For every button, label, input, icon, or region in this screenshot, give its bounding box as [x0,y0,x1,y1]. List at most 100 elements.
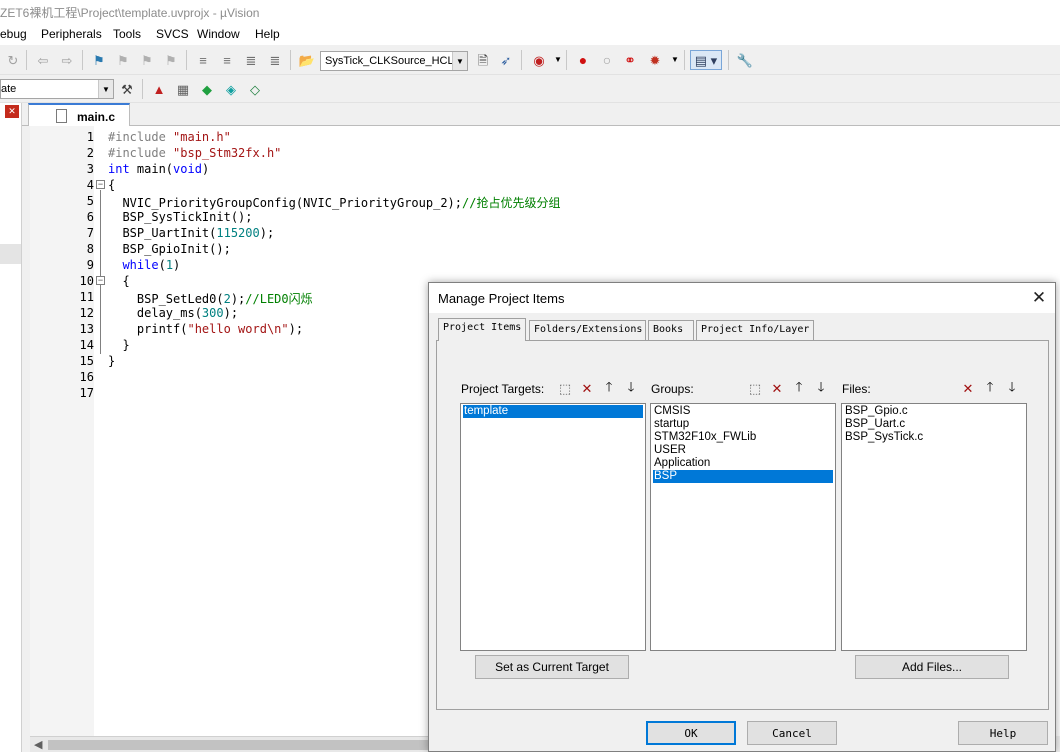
menu-peripherals[interactable]: Peripherals [41,27,102,41]
bookmark-icon[interactable]: ⚑ [90,51,108,69]
title-bar: ZET6裸机工程\Project\template.uvprojx - µVis… [0,0,1060,24]
list-item[interactable]: USER [653,444,833,457]
next-bookmark-icon[interactable]: ⚑ [138,51,156,69]
arrow-down-icon[interactable]: 🡓 [811,379,831,399]
clear-bookmarks-icon[interactable]: ⚑ [162,51,180,69]
groups-label: Groups: [651,382,694,396]
list-item[interactable]: BSP_SysTick.c [844,431,1024,444]
target-options-icon[interactable]: ⚒ [118,80,136,98]
delete-icon[interactable]: ✕ [577,379,597,399]
breakpoint-insert-icon[interactable]: ● [574,51,592,69]
breakpoint-enable-icon[interactable]: ○ [598,51,616,69]
comment-icon[interactable]: ≣ [242,51,260,69]
tab-project-items[interactable]: Project Items [438,318,526,341]
nav-forward-icon[interactable]: ⇨ [58,51,76,69]
arrow-up-icon[interactable]: 🡑 [789,379,809,399]
debug-session-icon[interactable]: ◉ [530,51,548,69]
redo-icon[interactable]: ↻ [4,51,22,69]
select-packs-icon[interactable]: ◆ [198,80,216,98]
tab-panel: Project Targets: ⬚ ✕ 🡑 🡓 template Groups… [436,340,1049,710]
target-combo[interactable]: ate ▼ [0,79,114,99]
targets-list[interactable]: template [460,403,646,651]
delete-icon[interactable]: ✕ [767,379,787,399]
close-icon[interactable]: ✕ [5,105,19,118]
list-item[interactable]: BSP_Gpio.c [844,405,1024,418]
tab-main-c[interactable]: main.c [28,103,130,126]
list-item[interactable]: STM32F10x_FWLib [653,431,833,444]
list-item[interactable]: Application [653,457,833,470]
ok-button[interactable]: OK [646,721,736,745]
line-number-gutter: 1 2 3 4 5 6 7 8 9 10 11 12 13 14 15 16 1… [30,126,94,736]
chevron-down-icon[interactable]: ▼ [98,80,113,98]
breakpoint-kill-all-icon[interactable]: ✹ [646,51,664,69]
line-number: 12 [79,306,94,320]
line-number: 2 [86,146,94,160]
files-list[interactable]: BSP_Gpio.c BSP_Uart.c BSP_SysTick.c [841,403,1027,651]
list-item[interactable]: BSP [653,470,833,483]
nav-back-icon[interactable]: ⇦ [34,51,52,69]
arrow-down-icon[interactable]: 🡓 [621,379,641,399]
breakpoint-disable-all-icon[interactable]: ⚭ [621,51,639,69]
arrow-down-icon[interactable]: 🡓 [1002,379,1022,399]
manage-rte-icon[interactable]: ◈ [222,80,240,98]
menu-tools[interactable]: Tools [113,27,141,41]
window-layout-icon[interactable]: ▤ ▾ [690,50,722,70]
symbol-combo-value: SysTick_CLKSource_HCLK [325,55,461,67]
fold-collapse-icon[interactable]: − [96,180,105,189]
chevron-down-icon[interactable]: ▼ [549,51,567,69]
fold-collapse-icon[interactable]: − [96,276,105,285]
chevron-down-icon[interactable]: ▼ [666,51,684,69]
find-icon[interactable]: 🗎 [474,51,492,69]
groups-list[interactable]: CMSIS startup STM32F10x_FWLib USER Appli… [650,403,836,651]
code-line: #include "bsp_Stm32fx.h" [108,146,281,160]
code-line: delay_ms(300); [108,306,238,320]
code-token: BSP_SysTickInit(); [108,210,253,224]
code-number: 1 [165,258,174,272]
help-button[interactable]: Help [958,721,1048,745]
arrow-up-icon[interactable]: 🡑 [599,379,619,399]
list-item[interactable]: CMSIS [653,405,833,418]
uncomment-icon[interactable]: ≣ [266,51,284,69]
pack-installer-icon[interactable]: ▦ [174,80,192,98]
list-item[interactable]: startup [653,418,833,431]
indent-icon[interactable]: ≡ [194,51,212,69]
target-toolbar: ate ▼ ⚒ ▲ ▦ ◆ ◈ ◇ [0,75,1060,103]
code-token: } [108,354,116,368]
menu-help[interactable]: Help [255,27,280,41]
find-in-files-icon[interactable]: 📂 [298,51,316,69]
separator [521,50,522,70]
new-item-icon[interactable]: ⬚ [745,379,765,399]
set-current-target-button[interactable]: Set as Current Target [475,655,629,679]
window-title: ZET6裸机工程\Project\template.uvprojx - µVis… [0,6,260,20]
incremental-find-icon[interactable]: ➶ [497,51,515,69]
scroll-left-icon[interactable]: ◀ [34,738,42,751]
files-label: Files: [842,382,871,396]
chevron-down-icon[interactable]: ▼ [452,52,467,70]
fold-line [100,190,101,354]
tab-folders-extensions[interactable]: Folders/Extensions [529,320,646,340]
list-item[interactable]: template [463,405,643,418]
code-token: ( [158,258,166,272]
scrollbar-thumb[interactable] [48,740,428,750]
tab-books[interactable]: Books [648,320,694,340]
code-token: BSP_GpioInit(); [108,242,231,256]
unindent-icon[interactable]: ≡ [218,51,236,69]
list-item[interactable]: BSP_Uart.c [844,418,1024,431]
configure-icon[interactable]: 🔧 [736,51,754,69]
code-token: ) [201,162,210,176]
menu-window[interactable]: Window [197,27,240,41]
menu-svcs[interactable]: SVCS [156,27,189,41]
menu-debug[interactable]: ebug [0,27,27,41]
arrow-up-icon[interactable]: 🡑 [980,379,1000,399]
tab-project-info-layer[interactable]: Project Info/Layer [696,320,814,340]
horizontal-scrollbar[interactable]: ◀ [30,736,430,752]
symbol-combo[interactable]: SysTick_CLKSource_HCLK ▼ [320,51,468,71]
add-files-button[interactable]: Add Files... [855,655,1009,679]
new-item-icon[interactable]: ⬚ [555,379,575,399]
close-icon[interactable]: ✕ [1029,288,1049,308]
delete-icon[interactable]: ✕ [958,379,978,399]
prev-bookmark-icon[interactable]: ⚑ [114,51,132,69]
cancel-button[interactable]: Cancel [747,721,837,745]
manage-project-items-icon[interactable]: ▲ [150,80,168,98]
pack-icon[interactable]: ◇ [246,80,264,98]
